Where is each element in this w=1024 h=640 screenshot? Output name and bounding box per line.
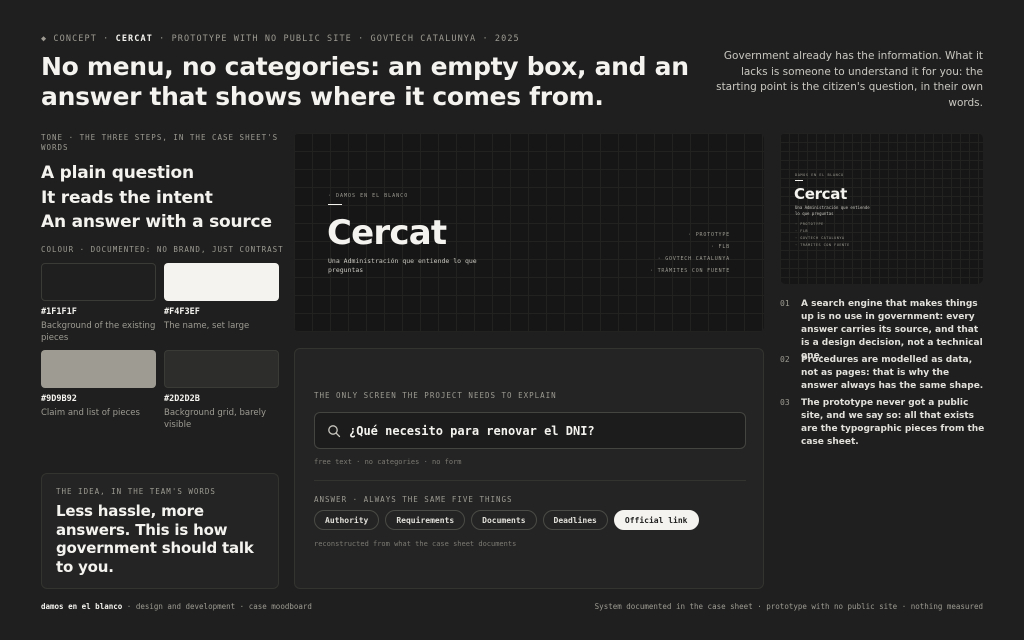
search-hint: free text · no categories · no form [314,458,462,466]
footer-left-text: · design and development · case moodboar… [122,602,312,611]
tone-step: It reads the intent [41,187,213,208]
swatch-desc: Claim and list of pieces [41,408,140,418]
note-text: The prototype never got a public site, a… [801,398,985,447]
search-icon [328,424,341,437]
footer-brand: damos en el blanco [41,602,123,611]
divider [314,480,746,481]
hero-rule [328,204,342,205]
tone-label: TONE · THE THREE STEPS, IN THE CASE SHEE… [41,133,279,152]
note-item: 03 The prototype never got a public site… [780,397,985,449]
thumb-list-item: · TRÁMITES CON FUENTE [795,243,850,247]
hero-list: · PROTOTYPE · FLB · GOVTECH CATALUNYA · … [650,229,730,277]
swatch-hex: #9D9B92 [41,394,77,404]
note-number: 03 [780,398,790,407]
hero-list-item: · FLB [710,244,730,250]
pill-official-link[interactable]: Official link [613,510,699,530]
swatch-hex: #1F1F1F [41,307,77,317]
answer-pills: Authority Requirements Documents Deadlin… [314,510,699,530]
thumb-title: Cercat [794,185,847,203]
tone-step: An answer with a source [41,212,272,232]
note-number: 02 [780,355,790,364]
note-item: 02 Procedures are modelled as data, not … [780,354,985,393]
thumb-kicker: DAMOS EN EL BLANCO [795,173,844,177]
swatch-desc: Background of the existing pieces [41,321,156,343]
thumb-subtitle: Una Administración que entiende lo que p… [795,205,870,216]
tone-step: A plain question [41,163,194,183]
pill-requirements[interactable]: Requirements [385,510,466,530]
answer-label: ANSWER · ALWAYS THE SAME FIVE THINGS [314,495,513,504]
eyebrow-post: · PROTOTYPE WITH NO PUBLIC SITE · GOVTEC… [152,34,520,44]
page-headline: No menu, no categories: an empty box, an… [41,52,689,111]
thumb-list: · PROTOTYPE · FLB · GOVTECH CATALUNYA · … [795,221,850,249]
hero-list-item: · TRÁMITES CON FUENTE [649,268,730,274]
idea-text: Less hassle, more answers. This is how g… [56,502,254,576]
pill-authority[interactable]: Authority [314,510,380,530]
thumb-rule [795,180,803,181]
swatch-1f1f1f [41,263,156,301]
eyebrow: ◆ CONCEPT · CERCAT · PROTOTYPE WITH NO P… [41,34,520,44]
hero-list-item: · GOVTECH CATALUNYA [657,256,730,262]
pill-documents[interactable]: Documents [471,510,537,530]
intro-text: Government already has the information. … [716,50,983,109]
idea-card: THE IDEA, IN THE TEAM'S WORDS Less hassl… [41,473,279,589]
search-query[interactable]: ¿Qué necesito para renovar el DNI? [349,424,595,438]
swatch-9d9b92 [41,350,156,388]
hero-kicker: · DAMOS EN EL BLANCO [328,193,409,199]
hero-poster: · DAMOS EN EL BLANCO Cercat Una Administ… [294,133,764,332]
eyebrow-pre: ◆ CONCEPT · [41,34,116,44]
idea-label: THE IDEA, IN THE TEAM'S WORDS [56,487,216,496]
swatch-desc: The name, set large [164,321,250,331]
swatch-2d2d2b [164,350,279,388]
note-number: 01 [780,299,790,308]
thumb-list-item: · GOVTECH CATALUNYA [795,236,845,240]
hero-subtitle: Una Administración que entiende lo que p… [328,257,477,274]
swatch-desc: Background grid, barely visible [164,408,266,430]
footer-left: damos en el blanco · design and developm… [41,602,312,611]
explain-panel: THE ONLY SCREEN THE PROJECT NEEDS TO EXP… [294,348,764,589]
swatch-hex: #2D2D2B [164,394,200,404]
thumb-poster: DAMOS EN EL BLANCO Cercat Una Administra… [780,133,983,284]
hero-list-item: · PROTOTYPE [688,232,730,238]
swatch-f4f3ef [164,263,279,301]
note-text: Procedures are modelled as data, not as … [801,355,984,391]
hero-title: Cercat [327,213,447,253]
search-box[interactable]: ¿Qué necesito para renovar el DNI? [314,412,746,449]
swatch-hex: #F4F3EF [164,307,200,317]
thumb-list-item: · PROTOTYPE [795,222,824,226]
colour-label: COLOUR · DOCUMENTED: NO BRAND, JUST CONT… [41,245,284,254]
reconstruction-note: reconstructed from what the case sheet d… [314,540,517,548]
footer-right: System documented in the case sheet · pr… [594,602,983,611]
tone-steps: A plain question It reads the intent An … [41,161,272,235]
eyebrow-brand: CERCAT [115,34,153,44]
pill-deadlines[interactable]: Deadlines [542,510,608,530]
explain-label: THE ONLY SCREEN THE PROJECT NEEDS TO EXP… [314,391,557,400]
thumb-list-item: · FLB [795,229,809,233]
